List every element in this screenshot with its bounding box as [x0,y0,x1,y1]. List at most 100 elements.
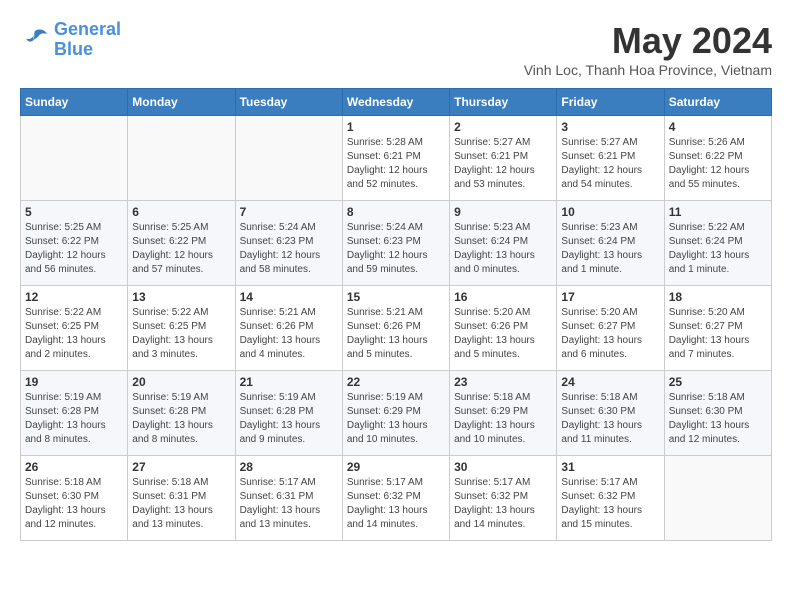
calendar-week-3: 12 Sunrise: 5:22 AM Sunset: 6:25 PM Dayli… [21,286,772,371]
day-number: 2 [454,120,552,134]
day-number: 6 [132,205,230,219]
title-block: May 2024 Vinh Loc, Thanh Hoa Province, V… [524,20,772,78]
day-number: 16 [454,290,552,304]
day-info: Sunrise: 5:20 AM Sunset: 6:26 PM Dayligh… [454,306,552,362]
logo-icon [20,25,50,55]
day-info: Sunrise: 5:22 AM Sunset: 6:25 PM Dayligh… [25,306,123,362]
calendar-cell: 16 Sunrise: 5:20 AM Sunset: 6:26 PM Dayli… [450,286,557,371]
day-info: Sunrise: 5:24 AM Sunset: 6:23 PM Dayligh… [240,221,338,277]
calendar-cell: 29 Sunrise: 5:17 AM Sunset: 6:32 PM Dayli… [342,456,449,541]
day-number: 30 [454,460,552,474]
day-number: 12 [25,290,123,304]
calendar-cell: 25Sunrise: 5:18 AM Sunset: 6:30 PM Dayli… [664,371,771,456]
day-number: 14 [240,290,338,304]
day-number: 1 [347,120,445,134]
day-number: 9 [454,205,552,219]
calendar-cell [128,116,235,201]
day-info: Sunrise: 5:26 AM Sunset: 6:22 PM Dayligh… [669,136,767,192]
day-number: 18 [669,290,767,304]
header-saturday: Saturday [664,89,771,116]
day-number: 22 [347,375,445,389]
calendar-cell: 20Sunrise: 5:19 AM Sunset: 6:28 PM Dayli… [128,371,235,456]
day-info: Sunrise: 5:27 AM Sunset: 6:21 PM Dayligh… [454,136,552,192]
calendar-cell: 28 Sunrise: 5:17 AM Sunset: 6:31 PM Dayli… [235,456,342,541]
day-number: 29 [347,460,445,474]
calendar-table: Sunday Monday Tuesday Wednesday Thursday… [20,88,772,541]
day-number: 13 [132,290,230,304]
calendar-cell: 13Sunrise: 5:22 AM Sunset: 6:25 PM Dayli… [128,286,235,371]
day-number: 26 [25,460,123,474]
calendar-cell: 27 Sunrise: 5:18 AM Sunset: 6:31 PM Dayli… [128,456,235,541]
day-info: Sunrise: 5:21 AM Sunset: 6:26 PM Dayligh… [347,306,445,362]
calendar-week-2: 5 Sunrise: 5:25 AM Sunset: 6:22 PM Daylig… [21,201,772,286]
logo: General Blue [20,20,121,60]
day-number: 23 [454,375,552,389]
day-info: Sunrise: 5:19 AM Sunset: 6:28 PM Dayligh… [240,391,338,447]
day-number: 15 [347,290,445,304]
day-info: Sunrise: 5:18 AM Sunset: 6:30 PM Dayligh… [561,391,659,447]
calendar-cell: 24Sunrise: 5:18 AM Sunset: 6:30 PM Dayli… [557,371,664,456]
logo-line1: General [54,19,121,39]
day-number: 5 [25,205,123,219]
day-number: 19 [25,375,123,389]
day-info: Sunrise: 5:17 AM Sunset: 6:32 PM Dayligh… [561,476,659,532]
day-info: Sunrise: 5:27 AM Sunset: 6:21 PM Dayligh… [561,136,659,192]
day-info: Sunrise: 5:19 AM Sunset: 6:28 PM Dayligh… [132,391,230,447]
calendar-cell: 21Sunrise: 5:19 AM Sunset: 6:28 PM Dayli… [235,371,342,456]
calendar-cell [235,116,342,201]
calendar-cell: 5 Sunrise: 5:25 AM Sunset: 6:22 PM Daylig… [21,201,128,286]
day-info: Sunrise: 5:20 AM Sunset: 6:27 PM Dayligh… [561,306,659,362]
calendar-cell: 15 Sunrise: 5:21 AM Sunset: 6:26 PM Dayli… [342,286,449,371]
day-info: Sunrise: 5:18 AM Sunset: 6:31 PM Dayligh… [132,476,230,532]
header-monday: Monday [128,89,235,116]
calendar-cell: 31 Sunrise: 5:17 AM Sunset: 6:32 PM Dayli… [557,456,664,541]
calendar-cell: 2 Sunrise: 5:27 AM Sunset: 6:21 PM Daylig… [450,116,557,201]
calendar-body: 1 Sunrise: 5:28 AM Sunset: 6:21 PM Daylig… [21,116,772,541]
day-info: Sunrise: 5:18 AM Sunset: 6:29 PM Dayligh… [454,391,552,447]
day-number: 7 [240,205,338,219]
day-info: Sunrise: 5:17 AM Sunset: 6:32 PM Dayligh… [454,476,552,532]
logo-text: General Blue [54,20,121,60]
calendar-cell: 12 Sunrise: 5:22 AM Sunset: 6:25 PM Dayli… [21,286,128,371]
day-number: 11 [669,205,767,219]
calendar-cell: 14Sunrise: 5:21 AM Sunset: 6:26 PM Dayli… [235,286,342,371]
day-info: Sunrise: 5:18 AM Sunset: 6:30 PM Dayligh… [669,391,767,447]
header-sunday: Sunday [21,89,128,116]
calendar-week-4: 19 Sunrise: 5:19 AM Sunset: 6:28 PM Dayli… [21,371,772,456]
day-info: Sunrise: 5:17 AM Sunset: 6:31 PM Dayligh… [240,476,338,532]
day-number: 31 [561,460,659,474]
calendar-cell: 19Sunrise: 5:19 AM Sunset: 6:28 PM Dayli… [21,371,128,456]
calendar-cell: 4 Sunrise: 5:26 AM Sunset: 6:22 PM Daylig… [664,116,771,201]
calendar-cell: 18 Sunrise: 5:20 AM Sunset: 6:27 PM Dayli… [664,286,771,371]
day-info: Sunrise: 5:23 AM Sunset: 6:24 PM Dayligh… [561,221,659,277]
day-number: 3 [561,120,659,134]
calendar-cell: 8 Sunrise: 5:24 AM Sunset: 6:23 PM Daylig… [342,201,449,286]
day-info: Sunrise: 5:25 AM Sunset: 6:22 PM Dayligh… [25,221,123,277]
calendar-cell: 23 Sunrise: 5:18 AM Sunset: 6:29 PM Dayli… [450,371,557,456]
calendar-cell [664,456,771,541]
calendar-cell: 3 Sunrise: 5:27 AM Sunset: 6:21 PM Daylig… [557,116,664,201]
day-info: Sunrise: 5:28 AM Sunset: 6:21 PM Dayligh… [347,136,445,192]
day-info: Sunrise: 5:23 AM Sunset: 6:24 PM Dayligh… [454,221,552,277]
location: Vinh Loc, Thanh Hoa Province, Vietnam [524,62,772,78]
day-number: 10 [561,205,659,219]
calendar-cell: 9 Sunrise: 5:23 AM Sunset: 6:24 PM Daylig… [450,201,557,286]
day-number: 27 [132,460,230,474]
day-info: Sunrise: 5:25 AM Sunset: 6:22 PM Dayligh… [132,221,230,277]
day-info: Sunrise: 5:20 AM Sunset: 6:27 PM Dayligh… [669,306,767,362]
calendar-cell: 7 Sunrise: 5:24 AM Sunset: 6:23 PM Daylig… [235,201,342,286]
day-number: 4 [669,120,767,134]
day-number: 17 [561,290,659,304]
calendar-cell: 17 Sunrise: 5:20 AM Sunset: 6:27 PM Dayli… [557,286,664,371]
day-number: 28 [240,460,338,474]
day-info: Sunrise: 5:24 AM Sunset: 6:23 PM Dayligh… [347,221,445,277]
header-tuesday: Tuesday [235,89,342,116]
calendar-cell: 26 Sunrise: 5:18 AM Sunset: 6:30 PM Dayli… [21,456,128,541]
day-info: Sunrise: 5:17 AM Sunset: 6:32 PM Dayligh… [347,476,445,532]
calendar-cell [21,116,128,201]
day-info: Sunrise: 5:22 AM Sunset: 6:24 PM Dayligh… [669,221,767,277]
day-info: Sunrise: 5:18 AM Sunset: 6:30 PM Dayligh… [25,476,123,532]
day-number: 8 [347,205,445,219]
day-info: Sunrise: 5:19 AM Sunset: 6:29 PM Dayligh… [347,391,445,447]
logo-line2: Blue [54,39,93,59]
